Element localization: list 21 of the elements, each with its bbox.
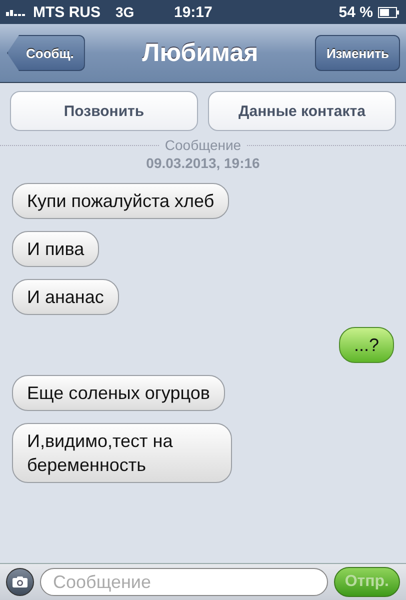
- outgoing-message: ...?: [338, 327, 394, 363]
- battery-percent: 54 %: [338, 4, 373, 20]
- status-time: 19:17: [174, 4, 212, 20]
- battery-icon: [378, 6, 400, 18]
- incoming-message: И,видимо,тест на беременность: [12, 423, 232, 483]
- network-type: 3G: [116, 4, 134, 20]
- camera-icon: [12, 576, 28, 588]
- incoming-message: Купи пожалуйста хлеб: [12, 183, 230, 219]
- action-button[interactable]: Данные контакта: [208, 91, 396, 131]
- contact-name: Любимая: [142, 38, 258, 68]
- action-button[interactable]: Позвонить: [10, 91, 198, 131]
- incoming-message: Еще соленых огурцов: [12, 375, 225, 411]
- edit-button[interactable]: Изменить: [315, 35, 400, 71]
- back-button[interactable]: Сообщ.: [7, 35, 85, 71]
- message-field[interactable]: Сообщение: [40, 568, 328, 596]
- incoming-message: И ананас: [12, 279, 119, 315]
- carrier-name: MTS RUS: [33, 4, 100, 20]
- section-label: Сообщение: [164, 137, 242, 153]
- incoming-message: И пива: [12, 231, 100, 267]
- message-date: 09.03.2013, 19:16: [146, 155, 260, 171]
- camera-button[interactable]: [6, 568, 34, 596]
